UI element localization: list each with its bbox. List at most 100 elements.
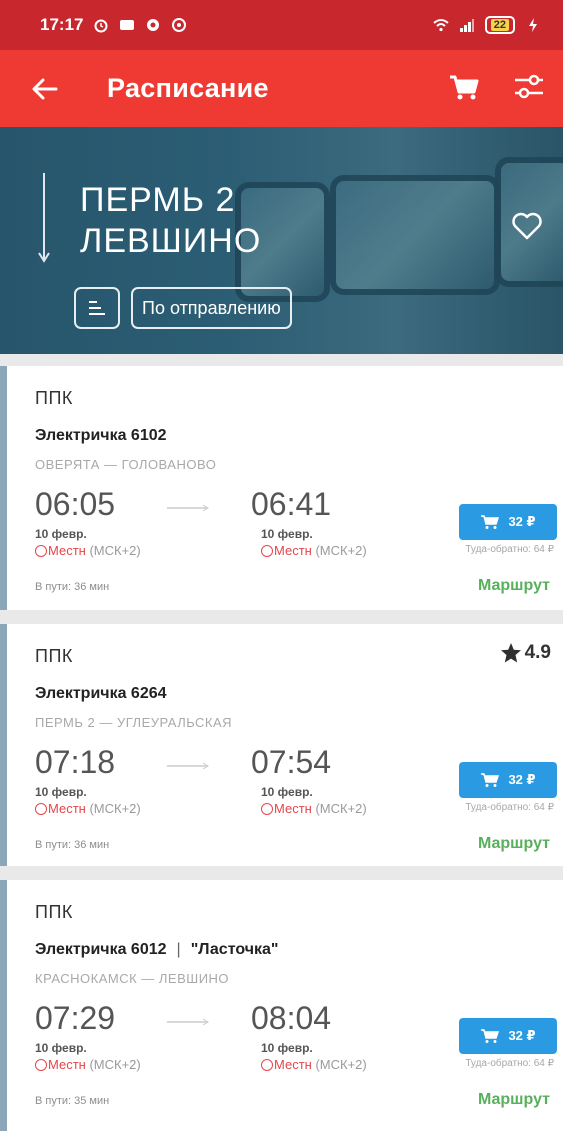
train-route: ПЕРМЬ 2 — УГЛЕУРАЛЬСКАЯ	[35, 715, 233, 730]
train-number: Электричка 6264	[35, 685, 167, 702]
arrival-date: 10 февр.	[261, 527, 313, 541]
cart-icon	[481, 1029, 500, 1043]
cart-icon[interactable]	[447, 70, 481, 104]
train-card[interactable]: ППК Электричка 6102 ОВЕРЯТА — ГОЛОВАНОВО…	[0, 366, 563, 610]
train-name: Электричка 6012 | "Ласточка"	[35, 941, 278, 959]
carrier-label: ППК	[35, 388, 73, 408]
local-time-label: Местн	[274, 801, 312, 816]
buy-ticket-button[interactable]: 32 ₽	[459, 762, 557, 798]
arrival-time: 08:04	[251, 1000, 332, 1036]
filter-settings-icon[interactable]	[512, 70, 546, 104]
page-title: Расписание	[107, 73, 269, 103]
arrival-date: 10 февр.	[261, 1041, 313, 1055]
buy-ticket-button[interactable]: 32 ₽	[459, 1018, 557, 1054]
charging-icon	[529, 18, 537, 32]
clock-icon	[261, 802, 273, 815]
status-bar: 17:17 22	[0, 0, 563, 50]
train-branding: "Ласточка"	[190, 941, 279, 958]
timezone-label: (МСК+2)	[89, 801, 141, 816]
clock-icon	[35, 802, 47, 815]
roundtrip-price: Туда-обратно: 64 ₽	[465, 1058, 554, 1069]
departure-date: 10 февр.	[35, 785, 87, 799]
travel-duration: В пути: 36 мин	[35, 581, 110, 593]
message-icon	[120, 20, 135, 30]
timezone-label: (МСК+2)	[315, 801, 367, 816]
battery-icon: 22	[484, 16, 515, 34]
local-time-label: Местн	[48, 1057, 86, 1072]
star-icon	[500, 643, 521, 663]
departure-date: 10 февр.	[35, 1041, 87, 1055]
train-number: Электричка 6012	[35, 941, 167, 958]
carrier-label: ППК	[35, 902, 73, 922]
departure-timezone: Местн (МСК+2)	[35, 801, 141, 816]
arrival-time: 07:54	[251, 744, 332, 780]
arrival-timezone: Местн (МСК+2)	[261, 801, 367, 816]
arrival-time: 06:41	[251, 486, 332, 522]
train-card[interactable]: ППК Электричка 6012 | "Ласточка" КРАСНОКАМ…	[0, 880, 563, 1131]
local-time-label: Местн	[274, 543, 312, 558]
wifi-icon	[433, 19, 449, 32]
arrival-station: ЛЕВШИНО	[80, 222, 262, 260]
vpn-icon	[172, 18, 187, 32]
alarm-icon	[94, 19, 108, 33]
departure-time: 07:18	[35, 744, 116, 780]
arrow-icon	[167, 504, 209, 512]
train-number: Электричка 6102	[35, 427, 167, 444]
ticket-price: 32 ₽	[508, 1028, 536, 1043]
cart-icon	[481, 773, 500, 787]
sort-icon	[89, 301, 105, 315]
travel-duration: В пути: 36 мин	[35, 839, 110, 851]
route-link[interactable]: Маршрут	[478, 835, 550, 853]
clock-icon	[35, 1058, 47, 1071]
battery-level: 22	[490, 19, 509, 31]
arrow-icon	[167, 1018, 209, 1026]
clock-icon	[261, 1058, 273, 1071]
arrival-timezone: Местн (МСК+2)	[261, 1057, 367, 1072]
train-route: ОВЕРЯТА — ГОЛОВАНОВО	[35, 457, 217, 472]
roundtrip-price: Туда-обратно: 64 ₽	[465, 544, 554, 555]
settings-icon	[147, 19, 160, 31]
timezone-label: (МСК+2)	[89, 543, 141, 558]
app-bar: Расписание	[0, 50, 563, 127]
departure-timezone: Местн (МСК+2)	[35, 1057, 141, 1072]
signal-icon	[459, 19, 474, 32]
departure-time: 06:05	[35, 486, 116, 522]
train-name: Электричка 6264	[35, 685, 167, 703]
carrier-label: ППК	[35, 646, 73, 666]
cart-icon	[481, 515, 500, 529]
route-header: ПЕРМЬ 2 ЛЕВШИНО По отправлению	[0, 127, 563, 354]
sort-button[interactable]	[74, 287, 120, 329]
train-card[interactable]: ППК 4.9 Электричка 6264 ПЕРМЬ 2 — УГЛЕУР…	[0, 624, 563, 866]
timezone-label: (МСК+2)	[89, 1057, 141, 1072]
favorite-heart-icon[interactable]	[510, 209, 544, 243]
travel-duration: В пути: 35 мин	[35, 1095, 110, 1107]
departure-date: 10 февр.	[35, 527, 87, 541]
arrival-timezone: Местн (МСК+2)	[261, 543, 367, 558]
arrival-date: 10 февр.	[261, 785, 313, 799]
separator: |	[176, 941, 181, 958]
departure-time: 07:29	[35, 1000, 116, 1036]
ticket-price: 32 ₽	[508, 514, 536, 529]
departure-timezone: Местн (МСК+2)	[35, 543, 141, 558]
train-name: Электричка 6102	[35, 427, 167, 445]
route-link[interactable]: Маршрут	[478, 577, 550, 595]
local-time-label: Местн	[48, 801, 86, 816]
direction-arrow-icon	[38, 173, 50, 263]
local-time-label: Местн	[274, 1057, 312, 1072]
timezone-label: (МСК+2)	[315, 1057, 367, 1072]
route-link[interactable]: Маршрут	[478, 1091, 550, 1109]
sort-mode-button[interactable]: По отправлению	[131, 287, 292, 329]
clock-icon	[261, 544, 273, 557]
background-window	[330, 175, 500, 295]
train-route: КРАСНОКАМСК — ЛЕВШИНО	[35, 971, 230, 986]
buy-ticket-button[interactable]: 32 ₽	[459, 504, 557, 540]
back-arrow-icon[interactable]	[25, 69, 65, 109]
arrow-icon	[167, 762, 209, 770]
local-time-label: Местн	[48, 543, 86, 558]
timezone-label: (МСК+2)	[315, 543, 367, 558]
roundtrip-price: Туда-обратно: 64 ₽	[465, 802, 554, 813]
departure-station: ПЕРМЬ 2	[80, 181, 236, 219]
rating-value: 4.9	[524, 642, 551, 663]
status-time: 17:17	[40, 15, 84, 34]
rating: 4.9	[500, 642, 551, 664]
